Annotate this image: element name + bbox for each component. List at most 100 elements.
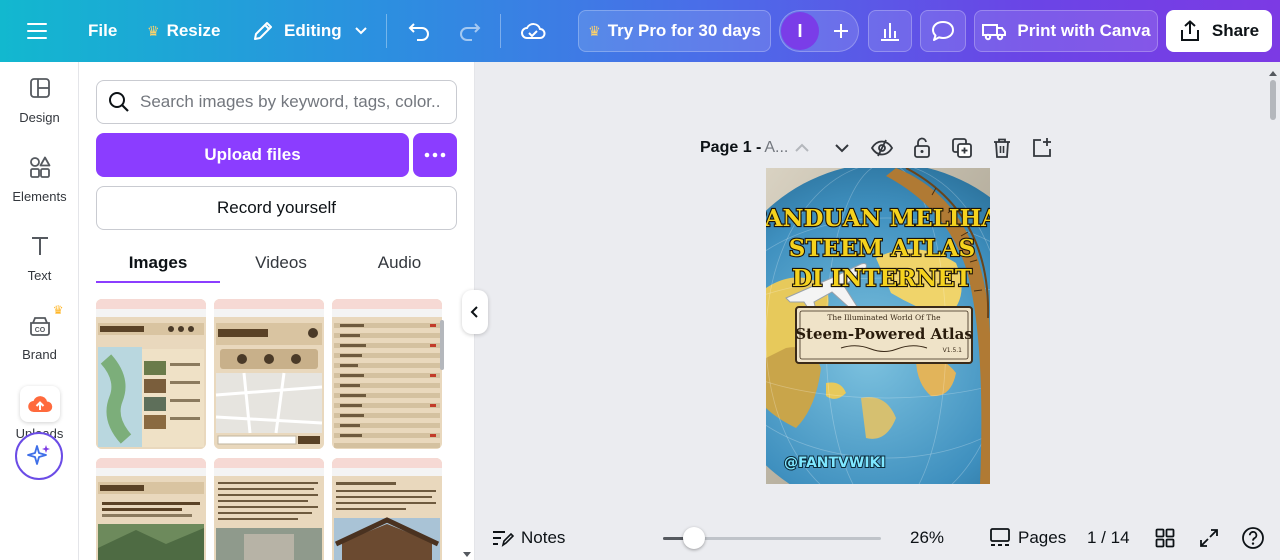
avatar[interactable]: I — [781, 12, 819, 50]
scroll-up-arrow[interactable] — [1268, 66, 1278, 78]
trash-icon — [994, 138, 1010, 158]
editing-mode-dropdown[interactable]: Editing — [252, 0, 368, 62]
crown-icon: ♛ — [52, 303, 64, 317]
uploaded-image-thumbnail[interactable] — [332, 299, 442, 449]
rail-item-elements[interactable]: Elements — [0, 149, 79, 219]
try-pro-button[interactable]: ♛ Try Pro for 30 days — [578, 10, 771, 52]
tab-images[interactable]: Images — [96, 242, 220, 284]
collaborators-group: I — [779, 10, 859, 52]
truck-icon — [982, 24, 1007, 41]
share-label: Share — [1211, 21, 1260, 40]
rail-label: Text — [27, 268, 52, 283]
rail-item-design[interactable]: Design — [0, 70, 79, 140]
help-icon — [1242, 527, 1264, 549]
uploaded-image-thumbnail[interactable] — [96, 458, 206, 560]
zoom-slider-handle[interactable] — [683, 527, 705, 549]
comments-button[interactable] — [920, 10, 966, 52]
undo-button[interactable] — [407, 0, 431, 62]
collapse-panel-button[interactable] — [462, 290, 488, 334]
move-page-up-button[interactable] — [788, 134, 816, 162]
svg-text:CO: CO — [34, 327, 45, 334]
menu-button[interactable] — [26, 0, 48, 62]
sparkle-icon — [27, 445, 50, 465]
tab-audio[interactable]: Audio — [342, 242, 457, 284]
cloud-upload-icon — [19, 386, 60, 422]
avatar-initial: I — [797, 20, 803, 41]
uploaded-image-thumbnail[interactable] — [96, 299, 206, 449]
add-collaborator-button[interactable] — [824, 11, 858, 51]
pencil-icon — [254, 22, 272, 40]
tab-videos[interactable]: Videos — [220, 242, 342, 284]
share-icon — [1180, 20, 1199, 41]
chevron-down-icon — [354, 27, 367, 35]
chevron-down-icon — [835, 144, 849, 153]
rail-label: Design — [19, 110, 60, 125]
text-icon — [20, 228, 60, 264]
design-artwork: The Illuminated World Of The Steem-Power… — [766, 168, 990, 484]
comment-icon — [932, 21, 954, 41]
file-label: File — [88, 21, 118, 40]
panel-scrollbar-thumb[interactable] — [440, 320, 444, 370]
notes-button[interactable]: Notes — [492, 516, 565, 560]
fullscreen-button[interactable] — [1199, 516, 1219, 560]
rail-item-brand[interactable]: CO ♛ Brand — [0, 303, 79, 377]
print-with-canva-button[interactable]: Print with Canva — [974, 10, 1158, 52]
insights-button[interactable] — [868, 10, 912, 52]
eye-off-icon — [871, 139, 893, 157]
rail-item-text[interactable]: Text — [0, 228, 79, 298]
banner-title-text: Steem-Powered Atlas — [795, 325, 973, 343]
uploads-panel: Upload files Record yourself Images Vide… — [79, 62, 475, 560]
duplicate-icon — [952, 138, 972, 158]
search-input[interactable] — [140, 92, 440, 112]
brand-icon: CO ♛ — [20, 303, 64, 343]
move-page-down-button[interactable] — [828, 134, 856, 162]
save-status-button[interactable] — [520, 0, 546, 62]
design-page[interactable]: The Illuminated World Of The Steem-Power… — [766, 168, 990, 484]
uploaded-image-thumbnail[interactable] — [214, 299, 324, 449]
grid-view-button[interactable] — [1155, 516, 1175, 560]
tab-label: Videos — [255, 253, 307, 272]
layout-icon — [20, 70, 60, 106]
help-button[interactable] — [1241, 516, 1265, 560]
file-menu[interactable]: File — [88, 0, 117, 62]
toolbar-divider — [500, 14, 501, 48]
duplicate-page-button[interactable] — [948, 134, 976, 162]
more-options-button[interactable] — [413, 133, 457, 177]
notes-label: Notes — [521, 528, 566, 547]
zoom-percent-button[interactable]: 26% — [910, 516, 944, 560]
search-icon — [109, 92, 129, 112]
redo-button[interactable] — [458, 0, 482, 62]
hide-page-button[interactable] — [868, 134, 896, 162]
editing-label: Editing — [284, 21, 342, 40]
crown-icon: ♛ — [588, 22, 601, 39]
upload-files-button[interactable]: Upload files — [96, 133, 409, 177]
expand-icon — [1200, 529, 1218, 547]
add-page-button[interactable] — [1028, 134, 1056, 162]
panel-scroll-down-arrow[interactable] — [462, 546, 472, 557]
chevron-up-icon — [795, 143, 809, 152]
resize-button[interactable]: ♛ Resize — [147, 0, 220, 62]
notes-icon — [493, 531, 514, 547]
share-button[interactable]: Share — [1166, 10, 1272, 52]
bar-chart-icon — [881, 23, 899, 41]
pages-button[interactable]: Pages — [989, 516, 1066, 560]
uploaded-image-thumbnail[interactable] — [214, 458, 324, 560]
magic-assistant-button[interactable] — [15, 432, 63, 480]
delete-page-button[interactable] — [988, 134, 1016, 162]
page-counter: 1 / 14 — [1087, 516, 1130, 560]
page-title-bar[interactable]: Page 1 - A... — [700, 134, 788, 162]
add-page-icon — [1033, 138, 1051, 157]
print-label: Print with Canva — [1017, 21, 1151, 40]
lock-page-button[interactable] — [908, 134, 936, 162]
uploaded-image-thumbnail[interactable] — [332, 458, 442, 560]
record-yourself-button[interactable]: Record yourself — [96, 186, 457, 230]
canvas-scrollbar-thumb[interactable] — [1270, 80, 1276, 120]
headline-line: PANDUAN MELIHAT — [766, 205, 990, 232]
toolbar-divider — [386, 14, 387, 48]
banner-small-text: The Illuminated World Of The — [827, 313, 941, 322]
crown-icon: ♛ — [147, 22, 160, 39]
shapes-icon — [20, 149, 60, 185]
page-name: A... — [764, 139, 789, 156]
rail-label: Elements — [12, 189, 67, 204]
tab-label: Audio — [377, 253, 422, 272]
